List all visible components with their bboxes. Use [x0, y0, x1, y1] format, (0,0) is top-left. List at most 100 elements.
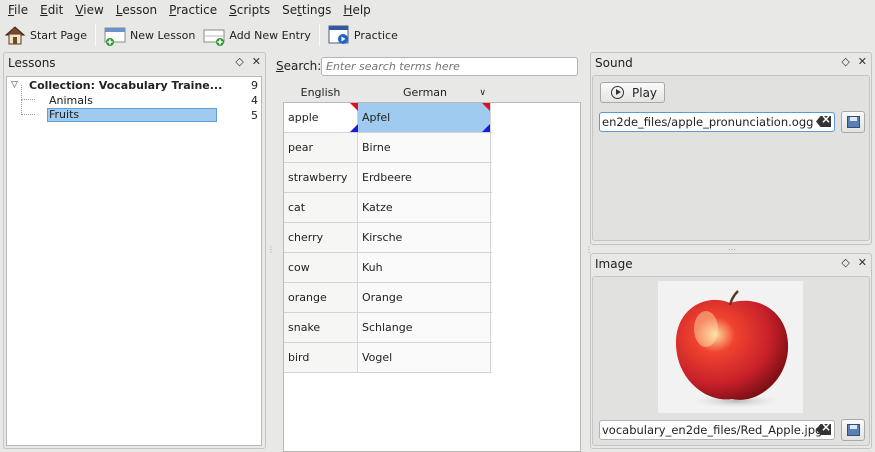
search-input[interactable] [321, 57, 578, 76]
cell-english[interactable]: apple [284, 103, 358, 132]
lesson-count-fruits: 5 [251, 109, 258, 122]
expand-arrow-icon[interactable]: ▽ [11, 78, 18, 93]
cell-english[interactable]: cherry [284, 223, 358, 252]
table-row[interactable]: strawberry Erdbeere [284, 163, 492, 193]
column-header-german[interactable]: German ∨ [358, 85, 492, 103]
table-row[interactable]: orange Orange [284, 283, 492, 313]
menu-practice[interactable]: Practice [163, 0, 223, 21]
cell-english[interactable]: cat [284, 193, 358, 222]
flag-red-icon [350, 103, 358, 111]
sound-path-text: en2de_files/apple_pronunciation.ogg [602, 115, 814, 129]
menu-file[interactable]: File [2, 0, 34, 21]
lesson-label-fruits: Fruits [47, 108, 217, 122]
cell-english[interactable]: pear [284, 133, 358, 162]
practice-label: Practice [353, 28, 398, 42]
lesson-count-animals: 4 [251, 94, 258, 107]
new-lesson-label: New Lesson [130, 28, 196, 42]
close-icon[interactable]: ✕ [858, 256, 867, 269]
column-header-german-label: German [402, 86, 448, 99]
cell-german[interactable]: Schlange [358, 313, 491, 342]
toolbar-separator [95, 24, 96, 46]
cell-german[interactable]: Erdbeere [358, 163, 491, 192]
cell-english[interactable]: cow [284, 253, 358, 282]
add-new-entry-label: Add New Entry [229, 28, 311, 42]
float-icon[interactable]: ◇ [235, 55, 243, 68]
float-icon[interactable]: ◇ [841, 55, 849, 68]
cell-german[interactable]: Vogel [358, 343, 491, 372]
tree-branch-line [21, 85, 35, 100]
cell-english[interactable]: strawberry [284, 163, 358, 192]
cell-german-text: Apfel [362, 111, 391, 124]
close-icon[interactable]: ✕ [252, 55, 261, 68]
tree-item-fruits[interactable]: Fruits 5 [7, 100, 261, 123]
menu-settings[interactable]: Settings [276, 0, 337, 21]
menu-lesson[interactable]: Lesson [110, 0, 163, 21]
cell-english[interactable]: snake [284, 313, 358, 342]
table-row[interactable]: bird Vogel [284, 343, 492, 373]
play-label: Play [632, 85, 658, 100]
play-button[interactable]: Play [600, 82, 665, 103]
cell-english[interactable]: bird [284, 343, 358, 372]
splitter-handle[interactable]: ⋮ [267, 245, 275, 254]
main-toolbar: Start Page New Lesson Add New Entry Prac… [0, 21, 875, 49]
vocabulary-table: English German ∨ apple Apfel pear Birne s… [283, 85, 581, 452]
lessons-tree[interactable]: ▽ Collection: Vocabulary Traine... 9 Ani… [6, 76, 262, 446]
table-row[interactable]: pear Birne [284, 133, 492, 163]
image-path-field[interactable]: vocabulary_en2de_files/Red_Apple.jpg [599, 420, 835, 440]
start-page-label: Start Page [30, 28, 87, 42]
add-new-entry-button[interactable]: Add New Entry [199, 22, 315, 48]
table-row[interactable]: cow Kuh [284, 253, 492, 283]
flag-red-icon [482, 103, 490, 111]
table-row[interactable]: cat Katze [284, 193, 492, 223]
lesson-label-animals: Animals [49, 94, 93, 107]
table-row[interactable]: cherry Kirsche [284, 223, 492, 253]
open-sound-file-button[interactable] [841, 111, 865, 133]
toolbar-separator [318, 24, 320, 46]
apple-image [658, 281, 803, 413]
search-label-rest: earch: [283, 59, 322, 73]
cell-german[interactable]: Katze [358, 193, 491, 222]
practice-icon [328, 24, 350, 46]
cell-english[interactable]: orange [284, 283, 358, 312]
cell-german[interactable]: Apfel [358, 103, 491, 132]
sort-chevron-icon: ∨ [479, 88, 486, 98]
sound-dock-title: Sound [595, 56, 633, 70]
tree-item-animals[interactable]: Animals 4 [7, 85, 261, 108]
menu-view[interactable]: View [69, 0, 109, 21]
image-path-text: vocabulary_en2de_files/Red_Apple.jpg [602, 423, 823, 437]
cell-german[interactable]: Kuh [358, 253, 491, 282]
new-lesson-icon [104, 24, 126, 46]
apple-illustration [676, 290, 789, 409]
image-dock-title: Image [595, 257, 633, 271]
start-page-button[interactable]: Start Page [0, 22, 91, 48]
flag-blue-icon [350, 124, 358, 132]
sound-path-field[interactable]: en2de_files/apple_pronunciation.ogg [599, 112, 835, 132]
collection-count: 9 [251, 79, 258, 92]
practice-button[interactable]: Practice [324, 22, 402, 48]
menu-edit[interactable]: Edit [34, 0, 69, 21]
close-icon[interactable]: ✕ [858, 55, 867, 68]
menu-scripts[interactable]: Scripts [223, 0, 276, 21]
collection-label: Collection: Vocabulary Traine... [29, 79, 223, 92]
menubar: File Edit View Lesson Practice Scripts S… [0, 0, 875, 21]
cell-german[interactable]: Kirsche [358, 223, 491, 252]
cell-german[interactable]: Orange [358, 283, 491, 312]
tree-branch-line [21, 100, 35, 115]
open-image-file-button[interactable] [841, 419, 865, 441]
flag-blue-icon [482, 124, 490, 132]
new-lesson-button[interactable]: New Lesson [100, 22, 199, 48]
save-disk-icon [847, 424, 860, 436]
tree-root-collection[interactable]: ▽ Collection: Vocabulary Traine... 9 [7, 78, 261, 93]
table-header: English German ∨ [283, 85, 492, 103]
cell-german[interactable]: Birne [358, 133, 491, 162]
table-row[interactable]: snake Schlange [284, 313, 492, 343]
column-header-english[interactable]: English [283, 85, 358, 103]
menu-help[interactable]: Help [337, 0, 376, 21]
save-disk-icon [847, 116, 860, 128]
add-entry-icon [203, 24, 225, 46]
table-body[interactable]: apple Apfel pear Birne strawberry Erdbee… [283, 102, 581, 452]
lessons-dock-title: Lessons [8, 56, 56, 70]
search-label: Search: [276, 59, 322, 73]
table-row[interactable]: apple Apfel [284, 103, 492, 133]
float-icon[interactable]: ◇ [841, 256, 849, 269]
